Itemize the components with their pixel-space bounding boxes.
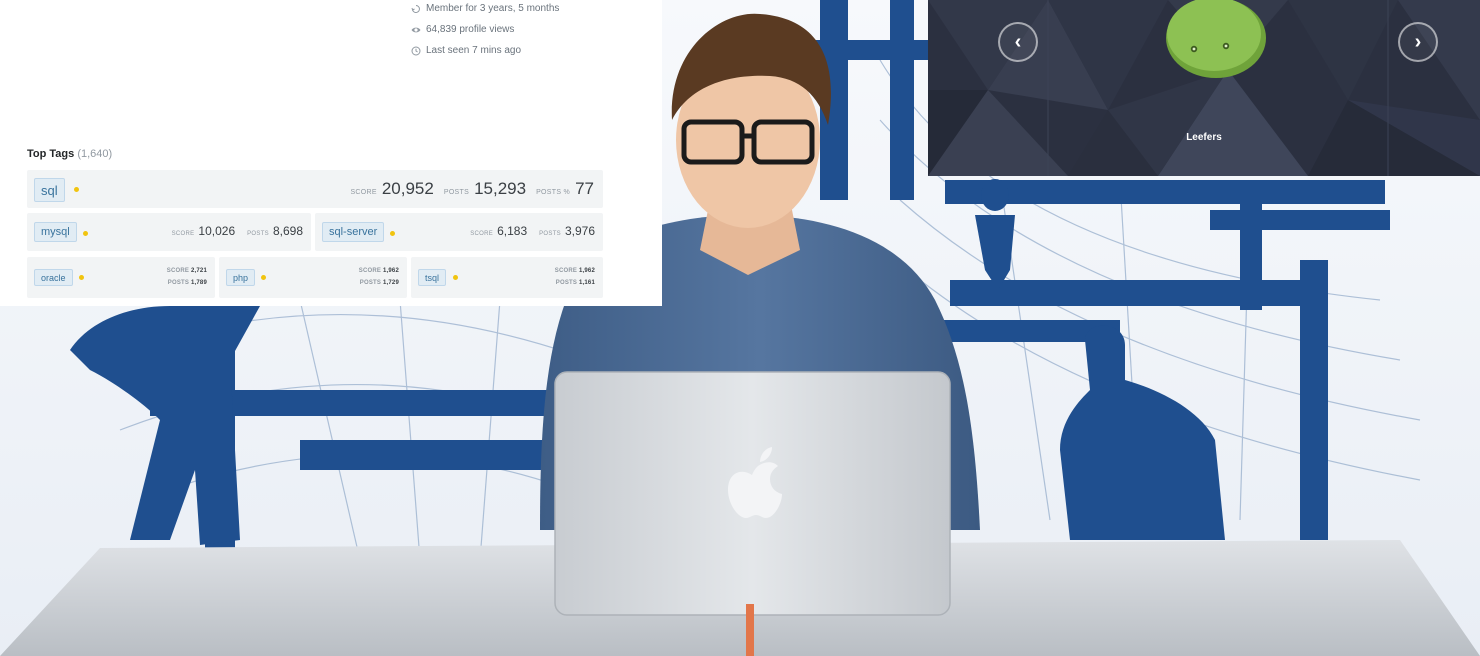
tag-row-sql[interactable]: sql SCORE 20,952 POSTS 15,293 POSTS % 77 <box>27 170 603 208</box>
top-tags-count: (1,640) <box>77 148 113 160</box>
member-since-text: Member for 3 years, 5 months <box>426 3 560 14</box>
oracle-score: 2,721 <box>190 268 207 274</box>
tag-chip-php[interactable]: php <box>226 269 256 286</box>
tag-badge-dot <box>453 275 458 280</box>
php-score: 1,962 <box>382 268 399 274</box>
mascot-carousel: ‹ › Leefers <box>928 0 1480 176</box>
chevron-right-icon: › <box>1414 30 1422 53</box>
tag-chip-oracle[interactable]: oracle <box>34 269 73 286</box>
tag-chip-mysql[interactable]: mysql <box>34 222 77 242</box>
tag-chip-tsql[interactable]: tsql <box>418 269 447 286</box>
carousel-next-button[interactable]: › <box>1398 22 1438 62</box>
tag-badge-dot <box>79 275 84 280</box>
mysql-score: 10,026 <box>198 224 236 238</box>
posts-label: POSTS <box>359 280 382 286</box>
tag-badge-dot <box>261 275 266 280</box>
sql-server-posts: 3,976 <box>564 224 595 238</box>
tag-badge-dot <box>83 231 88 236</box>
score-label: SCORE <box>554 268 578 274</box>
profile-panel: Member for 3 years, 5 months 64,839 prof… <box>0 0 662 306</box>
tag-row-mysql[interactable]: mysql SCORE 10,026 POSTS 8,698 <box>27 213 311 251</box>
profile-views-text: 64,839 profile views <box>426 24 515 35</box>
score-label: SCORE <box>470 231 494 237</box>
posts-label: POSTS <box>167 280 190 286</box>
top-tags-title: Top Tags <box>27 148 75 160</box>
profile-views-row: 64,839 profile views <box>410 19 559 40</box>
score-label: SCORE <box>166 268 190 274</box>
tsql-posts: 1,161 <box>578 280 595 286</box>
sql-posts-pct: 77 <box>575 179 594 198</box>
sql-posts: 15,293 <box>474 179 527 198</box>
posts-label: POSTS <box>247 231 269 237</box>
member-since-row: Member for 3 years, 5 months <box>410 0 559 19</box>
eye-icon <box>410 24 422 36</box>
oracle-posts: 1,789 <box>190 280 207 286</box>
php-posts: 1,729 <box>382 280 399 286</box>
posts-label: POSTS <box>443 189 470 196</box>
tag-chip-sql-server[interactable]: sql-server <box>322 222 385 242</box>
mysql-posts: 8,698 <box>272 224 303 238</box>
posts-label: POSTS <box>539 231 561 237</box>
tag-badge-dot <box>74 187 79 192</box>
clock-icon <box>410 45 422 57</box>
sql-metrics: SCORE 20,952 POSTS 15,293 POSTS % 77 <box>350 179 594 199</box>
carousel-caption: Leefers <box>1186 132 1222 143</box>
tag-row-oracle[interactable]: oracle SCORE 2,721 POSTS 1,789 <box>27 257 215 298</box>
last-seen-text: Last seen 7 mins ago <box>426 45 522 56</box>
tag-row-php[interactable]: php SCORE 1,962 POSTS 1,729 <box>219 257 407 298</box>
chevron-left-icon: ‹ <box>1014 30 1022 53</box>
posts-pct-label: POSTS % <box>536 189 571 196</box>
score-label: SCORE <box>358 268 382 274</box>
php-metrics: SCORE 1,962 POSTS 1,729 <box>359 265 399 289</box>
oracle-metrics: SCORE 2,721 POSTS 1,789 <box>167 265 207 289</box>
mysql-metrics: SCORE 10,026 POSTS 8,698 <box>172 224 303 238</box>
history-icon <box>410 3 422 15</box>
tag-chip-sql[interactable]: sql <box>34 178 65 202</box>
carousel-prev-button[interactable]: ‹ <box>998 22 1038 62</box>
tsql-score: 1,962 <box>578 268 595 274</box>
score-label: SCORE <box>171 231 195 237</box>
last-seen-row: Last seen 7 mins ago <box>410 40 559 61</box>
tsql-metrics: SCORE 1,962 POSTS 1,161 <box>555 265 595 289</box>
sql-server-score: 6,183 <box>497 224 528 238</box>
sql-server-metrics: SCORE 6,183 POSTS 3,976 <box>470 224 595 238</box>
score-label: SCORE <box>350 189 377 196</box>
posts-label: POSTS <box>555 280 578 286</box>
leefer-mascot-icon <box>1166 0 1266 78</box>
profile-stats: Member for 3 years, 5 months 64,839 prof… <box>410 0 559 61</box>
sql-score: 20,952 <box>381 179 434 198</box>
top-tags-heading: Top Tags (1,640) <box>27 148 112 160</box>
tag-badge-dot <box>390 231 395 236</box>
tag-row-sql-server[interactable]: sql-server SCORE 6,183 POSTS 3,976 <box>315 213 603 251</box>
tag-row-tsql[interactable]: tsql SCORE 1,962 POSTS 1,161 <box>411 257 603 298</box>
